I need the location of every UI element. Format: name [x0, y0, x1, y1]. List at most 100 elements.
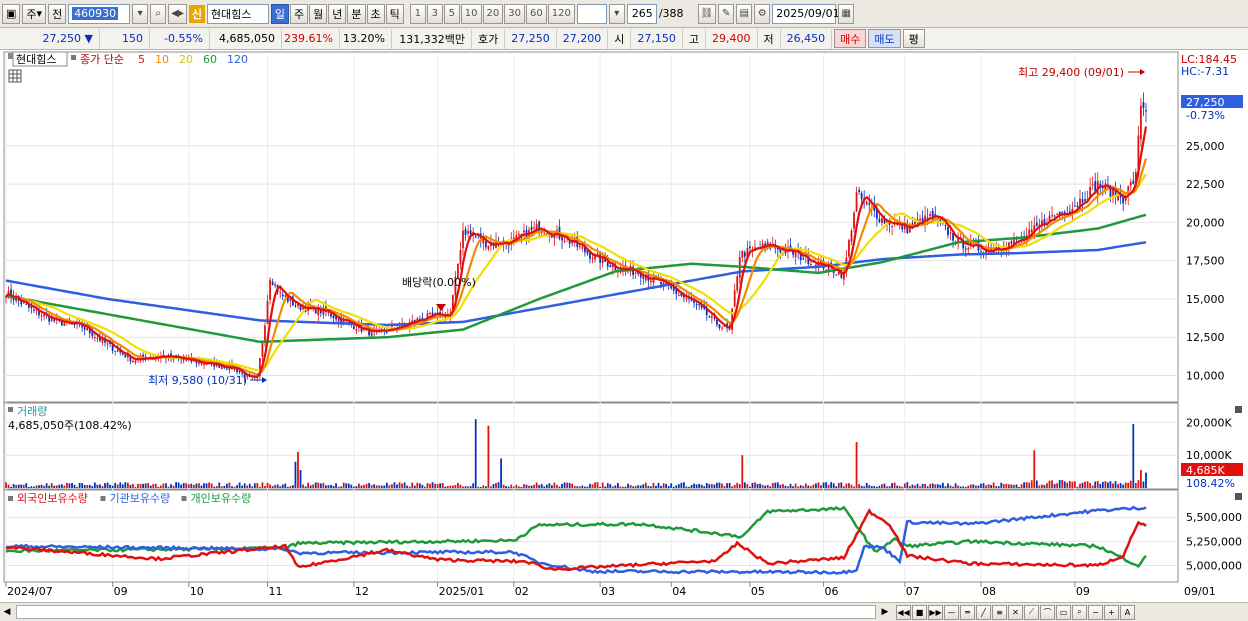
candle-body [33, 309, 35, 311]
volume-bar [832, 483, 835, 488]
date-input[interactable]: 2025/09/01 [772, 3, 840, 24]
text-icon[interactable]: A [1120, 604, 1135, 620]
candle-body [264, 325, 266, 342]
search-icon[interactable]: ⌕ [150, 3, 167, 24]
volume-bar [977, 485, 980, 488]
gear-icon[interactable]: ⚙ [754, 3, 771, 24]
custom-minute-input[interactable] [576, 3, 607, 24]
volume-bar [797, 486, 800, 488]
volume-bar [944, 486, 947, 488]
volume-bar [817, 482, 820, 488]
hline-icon[interactable]: ═ [960, 604, 975, 620]
volume-bar [550, 485, 553, 488]
volume-bar [165, 483, 167, 488]
pitch-icon[interactable]: ⟋ [1024, 604, 1039, 620]
stock-chart[interactable]: 25,000 22,500 20,000 17,500 15,000 12,500 10,0… [0, 50, 1248, 602]
volume-bar [606, 483, 609, 488]
candle-body [429, 313, 431, 315]
link-icon[interactable]: ⛓ [697, 3, 717, 24]
draw-icon[interactable]: ✎ [718, 3, 735, 24]
candle-body [848, 240, 850, 257]
period-tab[interactable]: 초 [366, 3, 385, 24]
holding-close-icon[interactable] [1235, 493, 1242, 500]
minute-tab[interactable]: 3 [426, 3, 443, 24]
minute-tab[interactable]: 30 [504, 3, 525, 24]
volume-bar [901, 486, 904, 488]
period-tab[interactable]: 년 [328, 3, 347, 24]
volume-bar [1000, 482, 1003, 488]
zoom-icon[interactable]: ⌕ [1072, 604, 1087, 620]
volume-bar [352, 486, 355, 488]
volume-bar [119, 482, 122, 488]
scroll-right-icon[interactable]: ▶ [878, 604, 892, 620]
calendar-icon[interactable]: ▦ [838, 3, 855, 24]
volume-bar [919, 486, 921, 488]
stop-icon[interactable]: ■ [912, 604, 927, 620]
volume-bar [530, 485, 533, 488]
save-icon[interactable]: ▤ [736, 3, 753, 24]
type-select[interactable]: 주 ▾ [22, 3, 47, 24]
eval-button[interactable]: 평 [902, 29, 925, 48]
period-tab[interactable]: 분 [347, 3, 366, 24]
table-icon[interactable] [8, 69, 22, 83]
period-tab[interactable]: 일 [270, 3, 290, 24]
forward-icon[interactable]: ▶▶ [928, 604, 943, 620]
minute-tab[interactable]: 60 [525, 3, 547, 24]
minute-tab[interactable]: 120 [547, 3, 575, 24]
volume-bar [1107, 482, 1109, 488]
volume-bar [319, 483, 322, 488]
prefix-button[interactable]: 전 [48, 3, 67, 24]
stock-name-field[interactable]: 현대힘스 [206, 3, 269, 24]
chart-type-icon[interactable]: ▣ [2, 3, 21, 24]
price-change: 150 [100, 28, 150, 49]
rewind-icon[interactable]: ◀◀ [896, 604, 911, 620]
cross-icon[interactable]: ✕ [1008, 604, 1023, 620]
fib-icon[interactable]: ≡ [992, 604, 1007, 620]
high-value: 29,400 [706, 28, 758, 49]
period-tab[interactable]: 월 [309, 3, 328, 24]
sell-button[interactable]: 매도 [868, 29, 901, 48]
volume-bar [969, 484, 972, 488]
minute-dropdown-icon[interactable]: ▾ [608, 3, 625, 24]
volume-bar [764, 485, 767, 488]
trend-icon[interactable]: ╱ [976, 604, 991, 620]
volume-bar [738, 484, 741, 488]
volume-bar [190, 483, 193, 488]
candle-body [294, 305, 297, 307]
volume-bar [487, 425, 490, 488]
minute-tab[interactable]: 5 [443, 3, 460, 24]
volume-bar [870, 486, 873, 488]
volume-bar [17, 484, 20, 488]
line-icon[interactable]: — [944, 604, 959, 620]
buy-button[interactable]: 매수 [834, 29, 867, 48]
candle-body [1030, 229, 1033, 233]
volume-bar [1086, 481, 1089, 488]
candle-body [919, 219, 921, 221]
box-icon[interactable]: ▭ [1056, 604, 1071, 620]
volume-bar [451, 485, 454, 488]
sound-icon[interactable]: ◀▸ [168, 3, 187, 24]
volume-close-icon[interactable] [1235, 406, 1242, 413]
period-tab[interactable]: 주 [290, 3, 309, 24]
minute-tab[interactable]: 1 [409, 3, 426, 24]
arc-icon[interactable]: ⌒ [1040, 604, 1055, 620]
volume-bar [741, 455, 744, 488]
volume-axis-label: 20,000K [1186, 416, 1232, 429]
minute-tab[interactable]: 20 [482, 3, 504, 24]
code-input[interactable]: 460930 [68, 3, 131, 24]
chart-scrollbar[interactable]: ◀ ▶ ◀◀ ■ ▶▶ — ═ ╱ ≡ ✕ ⟋ ⌒ ▭ ⌕ − + A [0, 602, 1248, 621]
period-tab[interactable]: 틱 [385, 3, 404, 24]
scroll-left-icon[interactable]: ◀ [0, 604, 14, 620]
volume-bar [916, 483, 919, 488]
volume-bar [238, 482, 241, 488]
candle-body [530, 227, 533, 231]
candle-body [660, 282, 662, 285]
zoom-out-icon[interactable]: − [1088, 604, 1103, 620]
minute-tab[interactable]: 10 [460, 3, 482, 24]
count-input[interactable]: 265 [626, 3, 657, 24]
zoom-in-icon[interactable]: + [1104, 604, 1119, 620]
scroll-track[interactable] [16, 605, 876, 619]
legend-marker-icon [100, 496, 106, 501]
code-dropdown-icon[interactable]: ▾ [132, 3, 149, 24]
holding-axis-label: 5,000,000 [1186, 560, 1242, 573]
